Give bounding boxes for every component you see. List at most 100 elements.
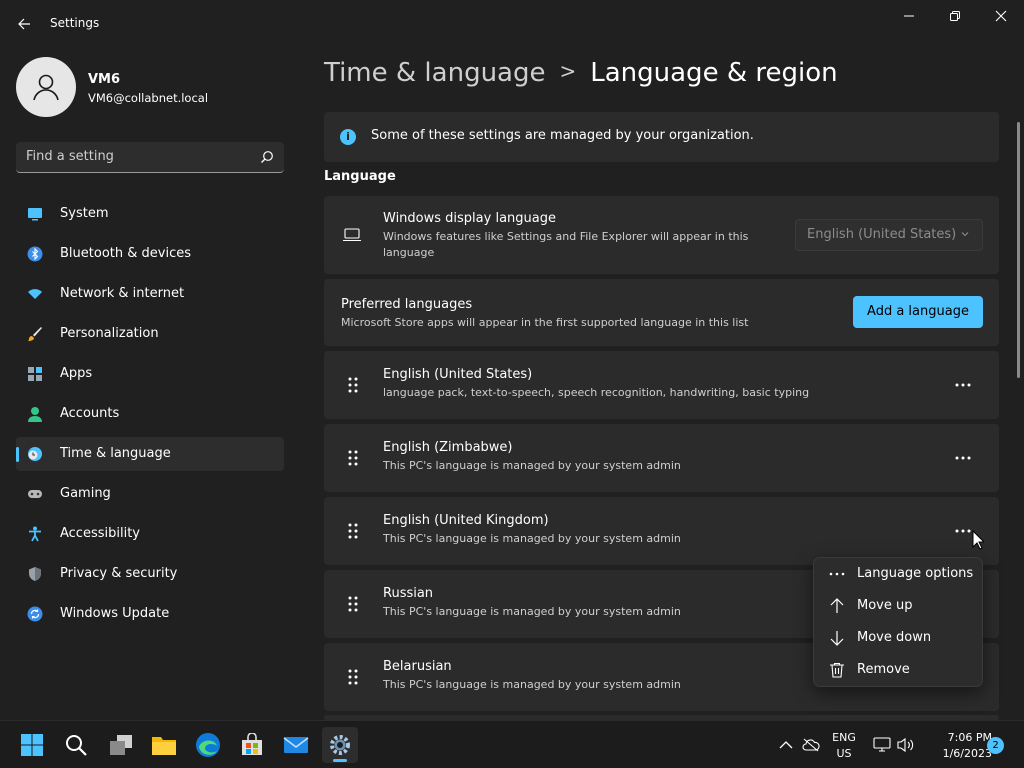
network-button[interactable] bbox=[872, 735, 892, 755]
volume-button[interactable] bbox=[896, 735, 916, 755]
sidebar-item-privacy[interactable]: Privacy & security bbox=[16, 557, 284, 591]
sidebar-item-network[interactable]: Network & internet bbox=[16, 277, 284, 311]
running-indicator bbox=[333, 759, 347, 762]
clock-time: 7:06 PM bbox=[947, 731, 992, 744]
display-language-description: Windows features like Settings and File … bbox=[383, 230, 749, 259]
restore-button[interactable] bbox=[932, 4, 978, 28]
language-row[interactable]: English (United Kingdom) This PC's langu… bbox=[324, 497, 999, 565]
drag-handle-icon[interactable] bbox=[346, 376, 360, 394]
chevron-up-icon bbox=[779, 741, 793, 749]
input-language-indicator[interactable]: ENG US bbox=[826, 730, 862, 762]
sidebar-item-label: Network & internet bbox=[60, 286, 185, 301]
menu-item-label: Remove bbox=[857, 662, 910, 677]
clock[interactable]: 7:06 PM 1/6/2023 bbox=[922, 730, 992, 762]
ethernet-icon bbox=[873, 737, 891, 752]
drag-handle-icon[interactable] bbox=[346, 668, 360, 686]
settings-taskbar-button[interactable] bbox=[322, 727, 358, 763]
restore-icon bbox=[950, 11, 960, 21]
sidebar-item-gaming[interactable]: Gaming bbox=[16, 477, 284, 511]
task-view-button[interactable] bbox=[103, 727, 139, 763]
taskbar-search-button[interactable] bbox=[58, 727, 94, 763]
app-title: Settings bbox=[50, 16, 100, 30]
speaker-icon bbox=[897, 737, 914, 753]
sidebar-item-label: Time & language bbox=[60, 446, 171, 461]
notification-badge[interactable]: 2 bbox=[987, 737, 1004, 754]
clock-globe-icon bbox=[28, 447, 42, 461]
apps-icon bbox=[28, 367, 42, 381]
active-indicator bbox=[16, 447, 19, 462]
wifi-icon bbox=[28, 289, 42, 299]
onedrive-button[interactable] bbox=[801, 735, 821, 755]
sidebar-item-label: Windows Update bbox=[60, 606, 170, 621]
show-hidden-icons-button[interactable] bbox=[776, 735, 796, 755]
file-explorer-button[interactable] bbox=[146, 727, 182, 763]
close-button[interactable] bbox=[978, 4, 1024, 28]
drag-handle-icon[interactable] bbox=[346, 595, 360, 613]
preferred-languages-description: Microsoft Store apps will appear in the … bbox=[341, 316, 749, 329]
minimize-button[interactable] bbox=[886, 4, 932, 28]
avatar[interactable] bbox=[16, 57, 76, 117]
menu-item-label: Move down bbox=[857, 630, 932, 645]
language-name: English (United States) bbox=[383, 367, 533, 382]
page-title: Language & region bbox=[590, 58, 838, 88]
edge-browser-button[interactable] bbox=[190, 727, 226, 763]
shield-icon bbox=[29, 567, 41, 581]
more-options-icon[interactable] bbox=[949, 375, 977, 395]
drag-handle-icon[interactable] bbox=[346, 449, 360, 467]
sidebar-item-label: Privacy & security bbox=[60, 566, 178, 581]
update-icon bbox=[27, 606, 43, 622]
sidebar-item-accounts[interactable]: Accounts bbox=[16, 397, 284, 431]
search-icon bbox=[66, 735, 87, 756]
scrollbar[interactable] bbox=[1017, 122, 1020, 378]
language-row[interactable]: English (United States) language pack, t… bbox=[324, 351, 999, 419]
display-language-value: English (United States) bbox=[807, 227, 957, 242]
menu-item-language-options[interactable]: Language options bbox=[818, 559, 980, 589]
folder-icon bbox=[152, 737, 176, 755]
start-button[interactable] bbox=[14, 727, 50, 763]
section-heading-language: Language bbox=[324, 169, 396, 184]
sidebar-item-personalization[interactable]: Personalization bbox=[16, 317, 284, 351]
search-icon[interactable] bbox=[260, 150, 274, 164]
drag-handle-icon[interactable] bbox=[346, 522, 360, 540]
sidebar-item-label: Accounts bbox=[60, 406, 120, 421]
breadcrumb-parent[interactable]: Time & language bbox=[324, 58, 545, 88]
managed-info-bar: i Some of these settings are managed by … bbox=[324, 112, 999, 162]
menu-item-move-up[interactable]: Move up bbox=[818, 591, 980, 621]
more-horizontal-icon bbox=[829, 572, 845, 576]
menu-item-move-down[interactable]: Move down bbox=[818, 623, 980, 653]
language-row[interactable]: English (Zimbabwe) This PC's language is… bbox=[324, 424, 999, 492]
sidebar-item-label: Accessibility bbox=[60, 526, 140, 541]
language-name: Belarusian bbox=[383, 659, 452, 674]
more-options-icon[interactable] bbox=[949, 448, 977, 468]
input-language-region: US bbox=[836, 747, 852, 760]
search-box[interactable] bbox=[16, 142, 284, 173]
close-icon bbox=[995, 10, 1007, 22]
sidebar-item-apps[interactable]: Apps bbox=[16, 357, 284, 391]
sidebar-item-label: Personalization bbox=[60, 326, 159, 341]
sidebar-item-accessibility[interactable]: Accessibility bbox=[16, 517, 284, 551]
trash-icon bbox=[830, 662, 844, 678]
mouse-cursor-icon bbox=[972, 530, 984, 550]
sidebar-item-windows-update[interactable]: Windows Update bbox=[16, 597, 284, 631]
breadcrumb-separator: > bbox=[559, 59, 577, 83]
microsoft-store-button[interactable] bbox=[234, 727, 270, 763]
sidebar-item-bluetooth[interactable]: Bluetooth & devices bbox=[16, 237, 284, 271]
language-name: English (United Kingdom) bbox=[383, 513, 549, 528]
title-bar: Settings bbox=[0, 0, 1024, 48]
user-icon bbox=[33, 74, 59, 101]
mail-button[interactable] bbox=[278, 727, 314, 763]
gamepad-icon bbox=[28, 490, 42, 498]
sidebar-item-label: Bluetooth & devices bbox=[60, 246, 191, 261]
sidebar-item-time-language[interactable]: Time & language bbox=[16, 437, 284, 471]
edge-icon bbox=[196, 733, 220, 757]
sidebar-item-system[interactable]: System bbox=[16, 197, 284, 231]
sidebar-item-label: Gaming bbox=[60, 486, 111, 501]
user-name: VM6 bbox=[88, 72, 121, 87]
breadcrumb: Time & language > Language & region bbox=[324, 58, 838, 88]
menu-item-remove[interactable]: Remove bbox=[818, 655, 980, 685]
add-language-button[interactable]: Add a language bbox=[853, 296, 983, 328]
info-text: Some of these settings are managed by yo… bbox=[371, 128, 754, 143]
store-icon bbox=[242, 733, 262, 755]
search-input[interactable] bbox=[26, 149, 246, 164]
back-button[interactable] bbox=[10, 12, 38, 36]
